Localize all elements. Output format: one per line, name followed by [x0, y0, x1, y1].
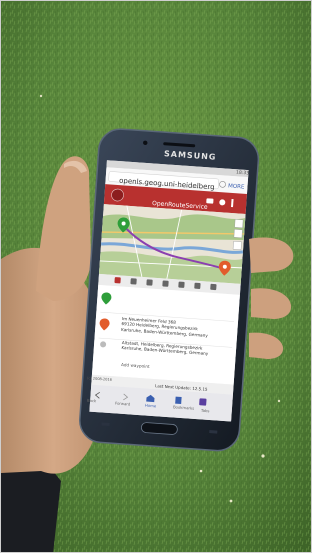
more-button[interactable]: MORE [228, 183, 245, 191]
scene [1, 1, 311, 552]
zoom-in-button[interactable] [234, 219, 244, 229]
nav-tabs[interactable]: Tabs [201, 408, 210, 414]
photo: SAMSUNG 18:33 openls.geog.uni-heidelberg… [0, 0, 312, 553]
nav-back[interactable]: Back [87, 398, 97, 404]
phone [79, 128, 260, 452]
zoom-out-button[interactable] [233, 229, 243, 239]
home-key[interactable] [141, 422, 178, 435]
nav-home[interactable]: Home [145, 403, 157, 409]
status-time: 18:33 [235, 170, 250, 177]
nav-forward[interactable]: Forward [115, 400, 131, 406]
